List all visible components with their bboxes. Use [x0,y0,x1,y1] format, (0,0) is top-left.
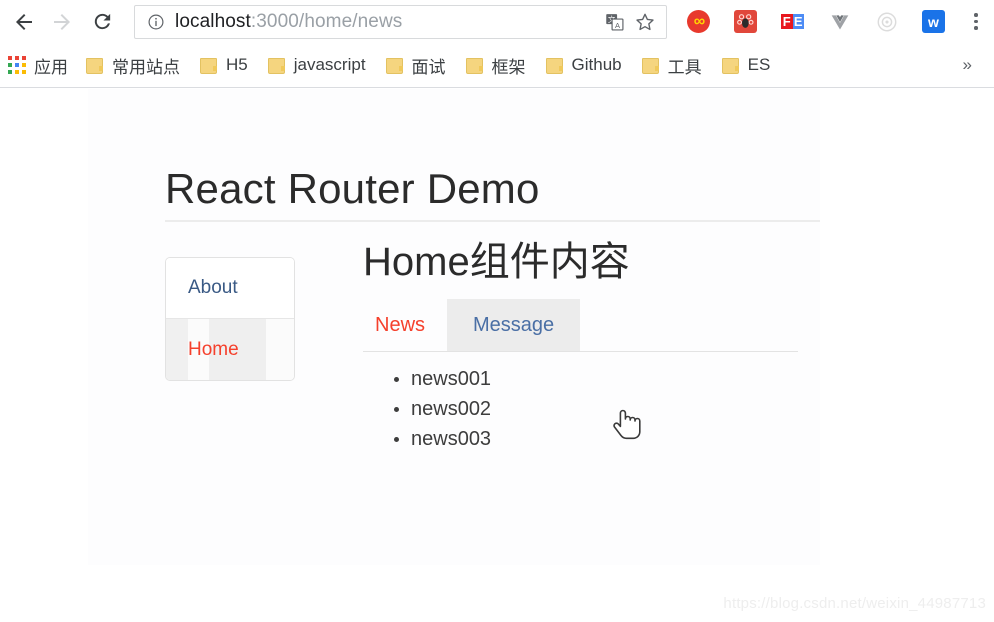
info-circle-icon[interactable] [147,13,165,31]
bookmark-item-mianshi[interactable]: 面试 [379,49,453,81]
router-nav-panel: About Home [165,257,295,381]
bookmark-label: H5 [226,55,248,74]
list-item: news003 [411,424,803,454]
folder-icon [200,58,217,74]
w-extension-icon[interactable]: w [922,10,945,33]
reload-icon [94,13,110,30]
sidebar-item-about[interactable]: About [166,258,294,319]
omnibox-actions: 文 A [600,7,666,37]
bookmarks-overflow-button[interactable]: » [955,50,980,80]
apps-shortcut[interactable]: 应用 [2,49,76,81]
bookmark-item-es[interactable]: ES [715,49,778,81]
title-divider [165,220,820,222]
bookmark-label: javascript [293,55,366,74]
folder-icon [545,58,563,74]
infinity-extension-icon[interactable]: ∞ [687,10,710,33]
extension-icons: ∞ F E w [675,10,957,33]
fe-left-glyph: F [781,14,793,29]
browser-chrome: localhost:3000/home/news 文 A [0,0,994,88]
infinity-glyph: ∞ [693,12,705,30]
menu-dot [974,19,978,24]
list-item: news002 [411,394,803,424]
translate-icon[interactable]: 文 A [600,7,630,37]
folder-icon [465,58,483,74]
back-button[interactable] [6,4,42,40]
url-path: :3000/home/news [250,10,403,32]
url-text: localhost:3000/home/news [175,11,402,33]
page-title: React Router Demo [165,165,540,213]
target-extension-icon[interactable] [875,10,898,33]
v-glyph [831,14,848,29]
folder-icon [385,58,403,74]
w-glyph: w [928,13,939,30]
bookmark-label: 框架 [491,57,526,77]
bookmark-item-h5[interactable]: H5 [193,49,255,81]
address-bar[interactable]: localhost:3000/home/news 文 A [134,4,667,39]
svg-text:A: A [615,20,620,29]
fe-right-glyph: E [792,14,804,29]
bookmark-label: 面试 [411,57,446,77]
url-host: localhost [175,10,251,32]
page-viewport: React Router Demo About Home Home组件内容 Ne… [0,89,994,622]
menu-dot [974,26,978,30]
apps-shortcut-label: 应用 [34,57,68,77]
bookmark-label: 工具 [667,57,702,77]
folder-icon [267,58,285,74]
target-glyph [877,12,896,31]
sidebar-item-home[interactable]: Home [166,319,294,380]
content-heading: Home组件内容 [363,240,630,284]
bookmark-item-changyongzhandian[interactable]: 常用站点 [79,49,187,81]
bookmark-item-github[interactable]: Github [539,49,629,81]
bookmark-label: Github [571,55,622,74]
tab-news[interactable]: News [363,299,447,351]
bookmark-label: ES [747,55,771,74]
bookmark-item-javascript[interactable]: javascript [261,49,373,81]
reload-button[interactable] [84,4,120,40]
browser-toolbar: localhost:3000/home/news 文 A [0,0,994,43]
folder-icon [86,58,103,74]
menu-dot [974,13,978,17]
bookmark-label: 常用站点 [112,57,180,77]
arrow-left-icon [16,13,32,30]
bookmark-item-kuangjia[interactable]: 框架 [459,49,533,81]
bookmark-item-gongju[interactable]: 工具 [635,49,709,81]
list-item: news001 [411,364,803,394]
three-dots-menu-icon[interactable] [961,5,991,39]
folder-icon [721,58,739,74]
apps-grid-icon [8,56,26,74]
folder-icon [641,58,659,74]
news-list: news001 news002 news003 [363,352,803,454]
vue-devtools-extension-icon[interactable] [828,10,851,33]
fe-extension-icon[interactable]: F E [781,10,804,33]
tab-message[interactable]: Message [447,299,581,351]
watermark: https://blog.csdn.net/weixin_44987713 [723,595,986,612]
star-icon[interactable] [630,7,660,37]
bookmarks-bar: 应用 常用站点 H5 javascript 面试 框架 Github 工具 ES… [0,43,994,88]
content-column: Home组件内容 News Message news001 news002 ne… [363,239,803,454]
page-body: React Router Demo About Home Home组件内容 Ne… [88,89,820,565]
forward-button[interactable] [44,4,80,40]
bee-glyph [737,14,754,28]
tab-strip: News Message [363,299,798,352]
arrow-right-icon [54,13,70,30]
bee-extension-icon[interactable] [734,10,757,33]
